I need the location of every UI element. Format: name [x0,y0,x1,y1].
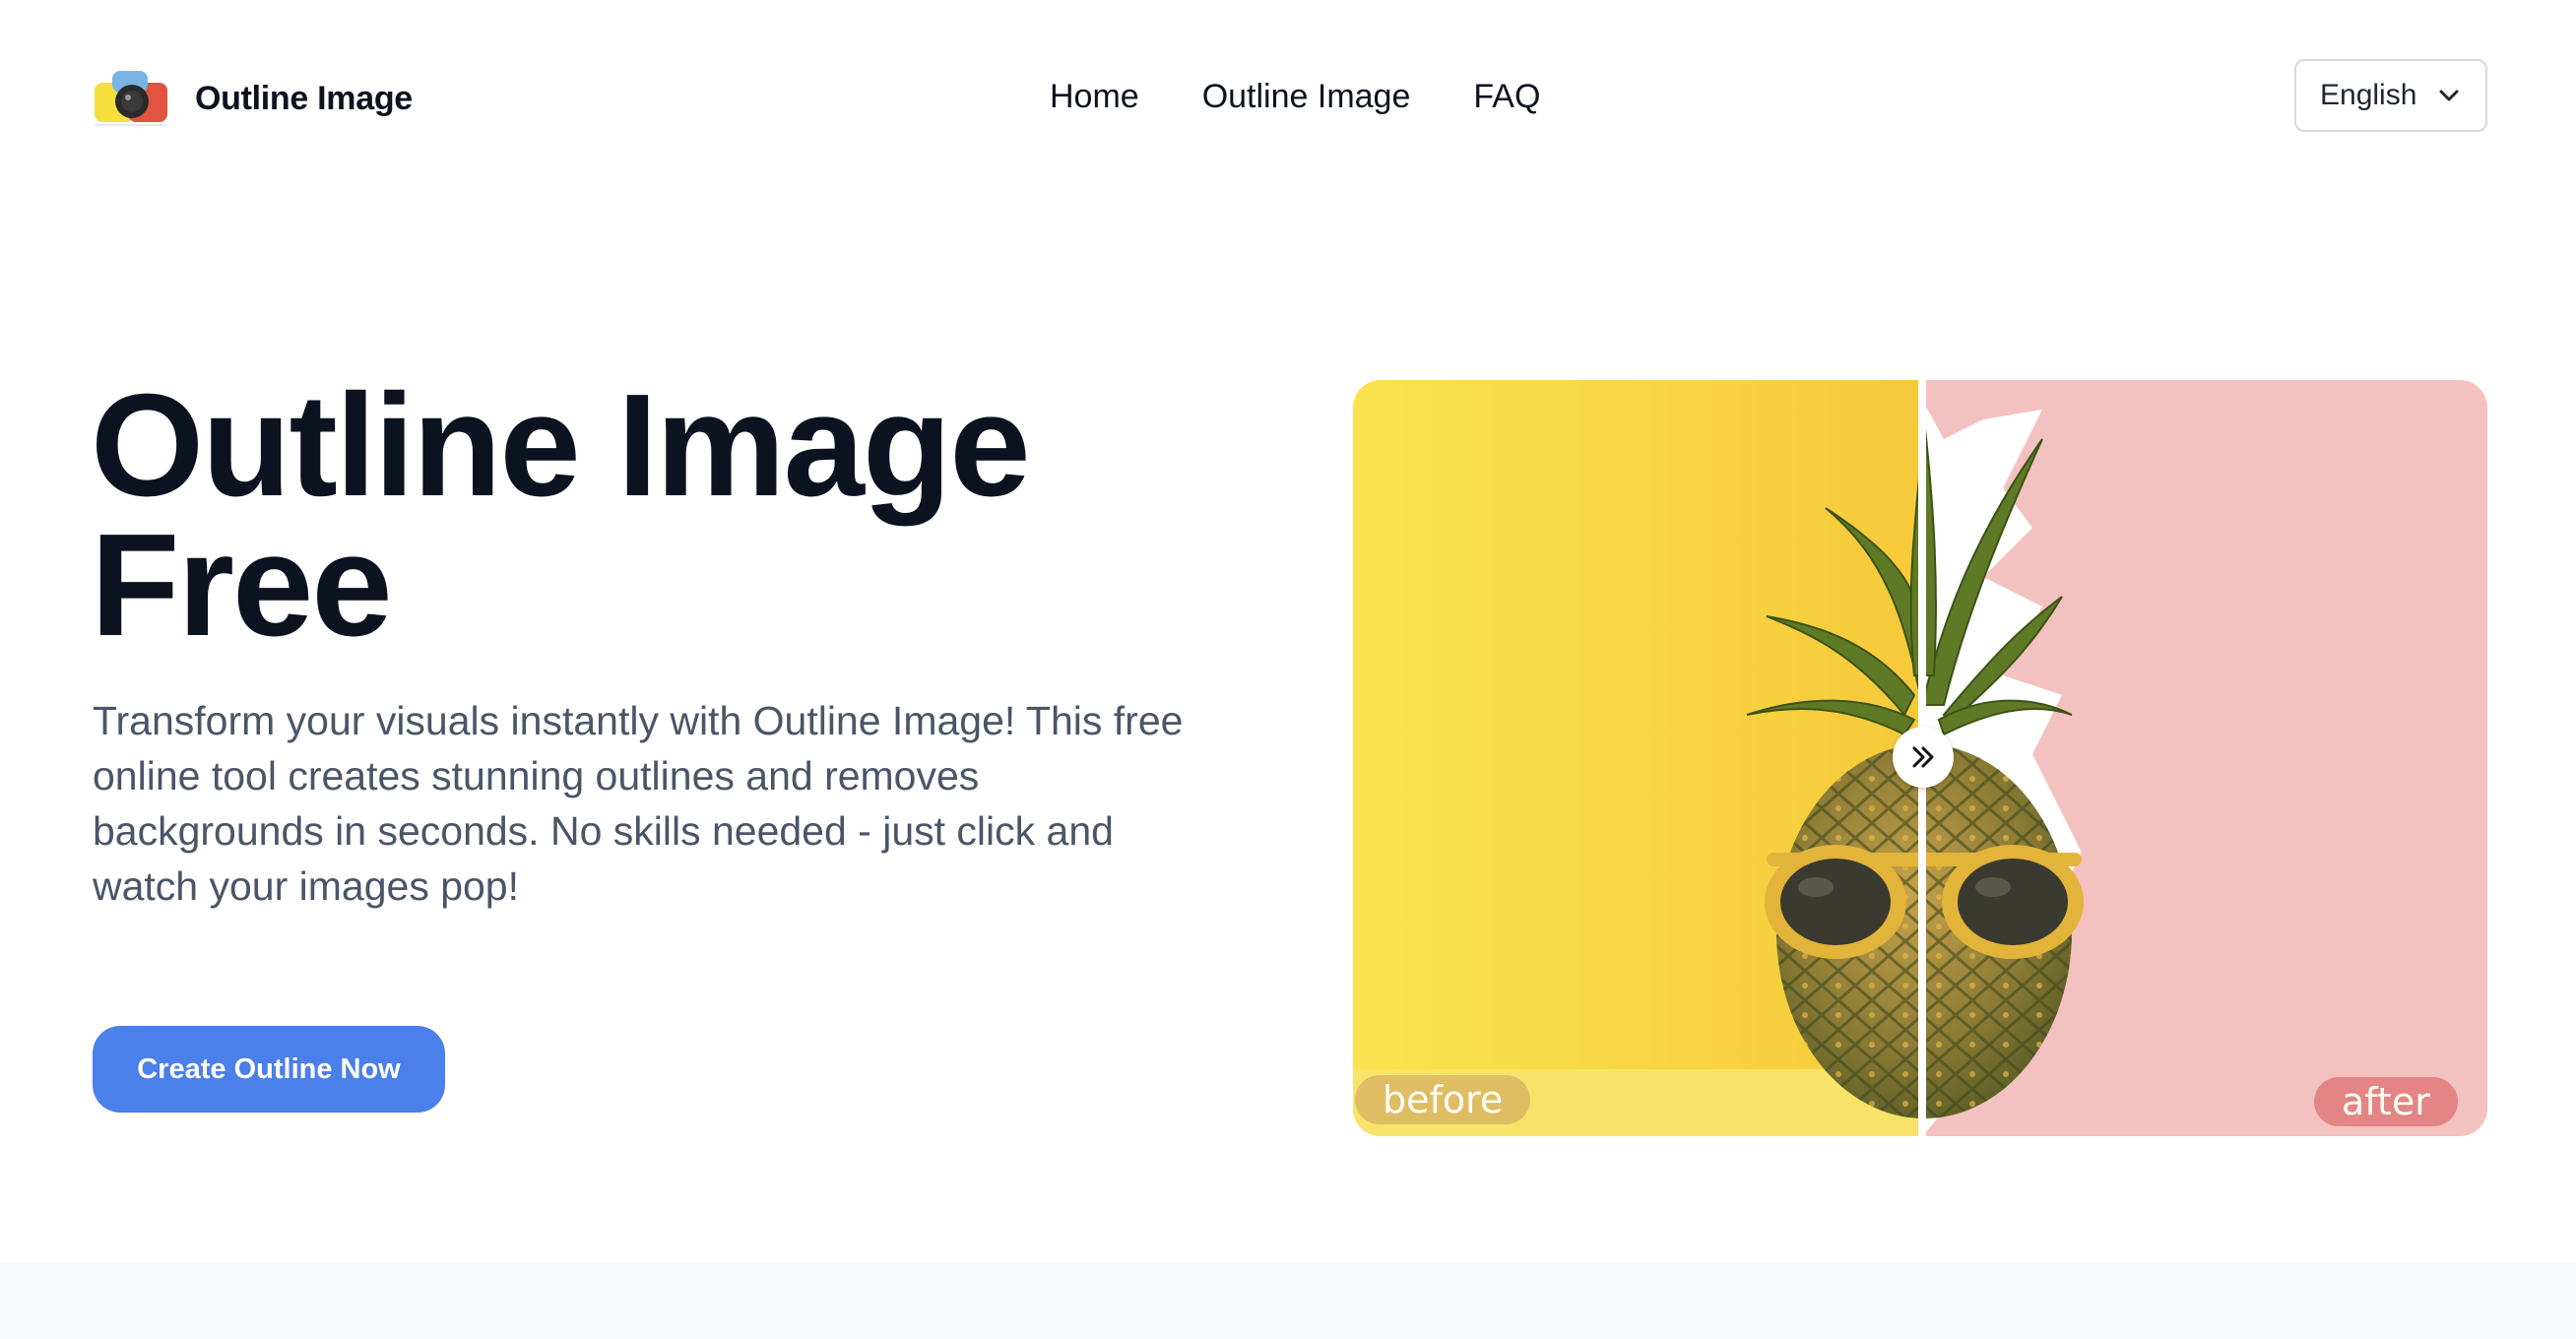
double-chevron-right-icon [1912,746,1934,768]
brand-name: Outline Image [195,79,413,117]
nav-outline-image[interactable]: Outline Image [1202,78,1411,116]
nav-faq[interactable]: FAQ [1473,78,1540,116]
chevron-down-icon [2439,90,2459,101]
language-select[interactable]: English [2294,59,2487,132]
main-nav: Home Outline Image FAQ [1050,73,1540,120]
hero-title: Outline Image Free [91,373,1312,659]
site-header: Outline Image Home Outline Image FAQ Eng… [0,0,2576,193]
nav-home[interactable]: Home [1050,78,1139,116]
next-section-band [0,1262,2576,1339]
language-selected: English [2320,79,2417,111]
brand-link[interactable]: Outline Image [93,67,413,130]
hero-title-line1: Outline Image [91,364,1031,527]
before-after-comparison[interactable]: before after [1353,380,2487,1136]
camera-logo-icon [95,71,167,126]
page: Outline Image Home Outline Image FAQ Eng… [0,0,2576,1339]
slider-handle[interactable] [1893,727,1954,788]
hero-title-line2: Free [91,504,393,667]
hero-description: Transform your visuals instantly with Ou… [93,698,1184,909]
after-label: after [2314,1077,2458,1126]
create-outline-button[interactable]: Create Outline Now [93,1026,445,1113]
before-label: before [1355,1075,1531,1124]
